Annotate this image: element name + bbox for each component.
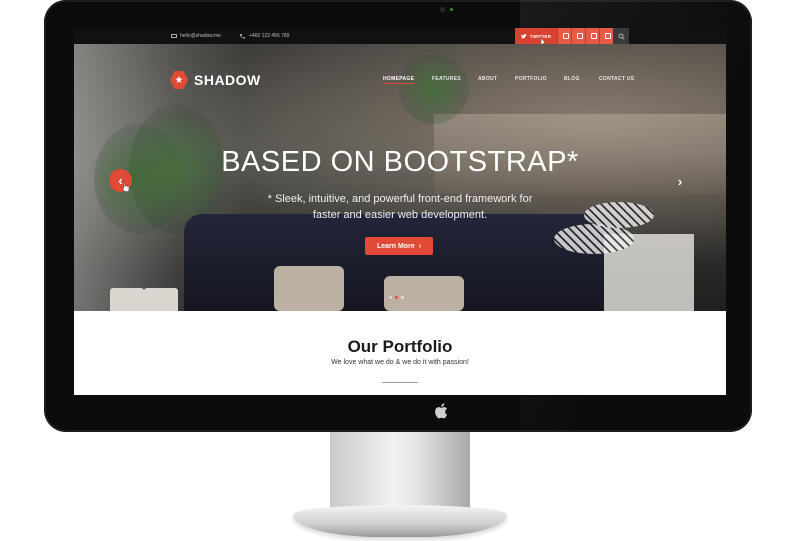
portfolio-divider	[382, 382, 418, 383]
search-icon	[618, 33, 625, 40]
hero-headline: BASED ON BOOTSTRAP*	[221, 146, 579, 178]
website-screen: hello@shadow.me +460 123 456 789 TWITTER	[74, 28, 726, 395]
hero-slider: ★ SHADOW HOMEPAGE FEATURES ABOUT PORTFOL…	[74, 44, 726, 314]
hero-subline-line-2: faster and easier web development.	[312, 209, 488, 221]
slider-dot-3[interactable]	[401, 296, 404, 299]
twitter-icon	[520, 33, 527, 38]
email-contact[interactable]: hello@shadow.me	[171, 33, 221, 39]
monitor-stand-base	[293, 505, 507, 537]
phone-contact[interactable]: +460 123 456 789	[239, 33, 289, 39]
learn-more-label: Learn More	[376, 242, 415, 250]
logo-text: SHADOW	[194, 72, 261, 88]
site-logo[interactable]: ★ SHADOW	[170, 71, 261, 89]
nav-active-underline	[383, 83, 415, 84]
facebook-icon	[563, 33, 569, 39]
nav-contact-us-label: CONTACT US	[599, 76, 635, 82]
monitor-stand-neck	[330, 432, 470, 512]
slider-next-button[interactable]: ›	[671, 172, 689, 190]
phone-icon	[239, 34, 245, 39]
rss-icon	[605, 33, 611, 39]
slider-dots	[389, 296, 404, 299]
portfolio-subtitle: We love what we do & we do it with passi…	[331, 359, 469, 366]
chevron-right-icon-next: ›	[677, 173, 683, 189]
twitter-button[interactable]: TWITTER	[515, 28, 557, 44]
pillow-2	[384, 276, 464, 311]
linkedin-icon	[591, 33, 597, 39]
nav-blog[interactable]: BLOG	[564, 76, 580, 82]
learn-more-button[interactable]: Learn More ›	[365, 237, 433, 255]
camera-led	[450, 8, 453, 11]
nav-about-label: ABOUT	[478, 76, 498, 82]
portfolio-section: Our Portfolio We love what we do & we do…	[74, 311, 726, 395]
nav-features-label: FEATURES	[432, 76, 461, 82]
phone-text: +460 123 456 789	[249, 33, 290, 39]
nav-contact-us[interactable]: CONTACT US	[599, 76, 634, 82]
plant-back	[399, 54, 469, 124]
hand-cursor-icon	[122, 182, 130, 192]
nav-features[interactable]: FEATURES	[432, 76, 461, 82]
nav-about[interactable]: ABOUT	[478, 76, 497, 82]
google-plus-icon	[577, 33, 583, 39]
email-text: hello@shadow.me	[180, 33, 221, 39]
ottoman-1	[554, 224, 634, 254]
nav-homepage[interactable]: HOMEPAGE	[383, 76, 415, 84]
chevron-right-icon: ›	[418, 242, 422, 250]
nav-blog-label: BLOG	[564, 76, 580, 82]
apple-logo-icon	[435, 403, 447, 419]
hero-subline: * Sleek, intuitive, and powerful front-e…	[74, 191, 726, 223]
nav-homepage-label: HOMEPAGE	[383, 76, 415, 82]
pillow-1	[274, 266, 344, 311]
nav-portfolio-label: PORTFOLIO	[515, 76, 547, 82]
hero-subline-line-1: * Sleek, intuitive, and powerful front-e…	[267, 193, 533, 205]
top-bar: hello@shadow.me +460 123 456 789 TWITTER	[74, 28, 726, 47]
search-button[interactable]	[613, 28, 629, 44]
slider-dot-1[interactable]	[389, 296, 392, 299]
slider-dot-2[interactable]	[395, 296, 398, 299]
portfolio-title: Our Portfolio	[347, 337, 453, 356]
camera	[440, 7, 445, 12]
envelope-icon	[171, 34, 177, 38]
nav-portfolio[interactable]: PORTFOLIO	[515, 76, 547, 82]
logo-star-icon: ★	[170, 71, 188, 89]
